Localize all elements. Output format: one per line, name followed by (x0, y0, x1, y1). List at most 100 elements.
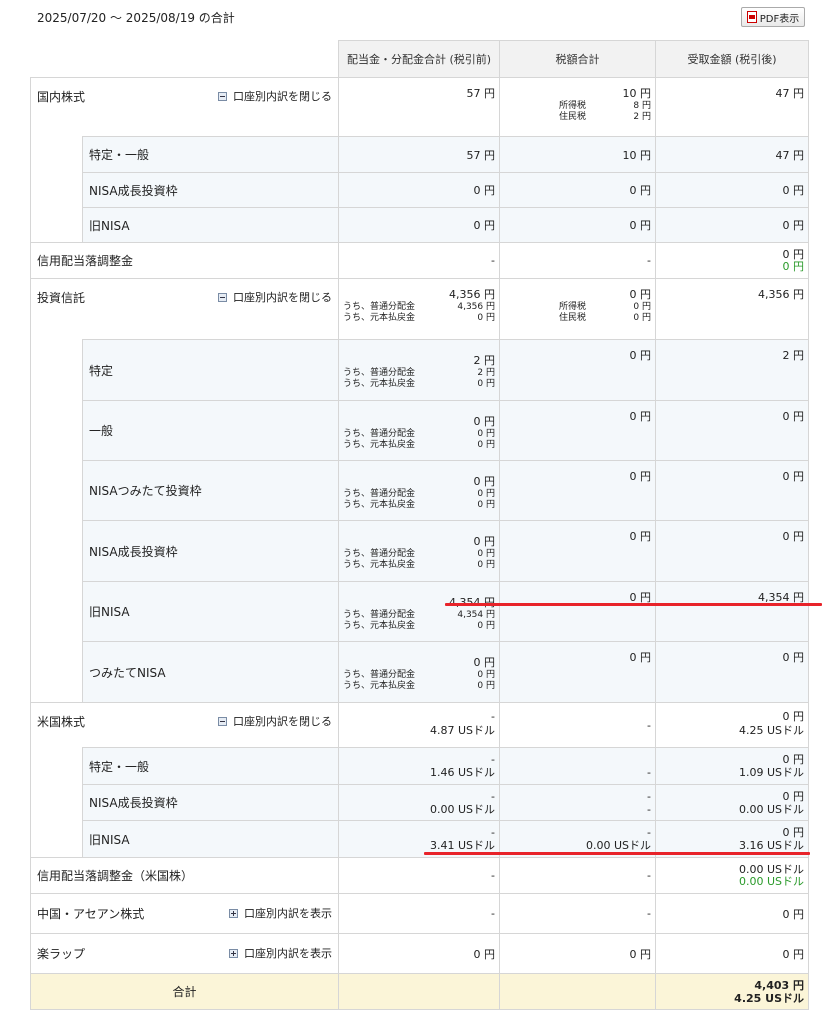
tax-label: 所得税 (559, 302, 587, 312)
row-label: 一般 (82, 400, 339, 461)
brk-label: うち、普通分配金 (343, 429, 416, 439)
us-pretax1: - (491, 710, 495, 723)
fund-tax: 0 円 (629, 288, 652, 301)
pdf-button[interactable]: PDF表示 (741, 7, 805, 27)
table-row: NISAつみたて投資枠 0 円うち、普通分配金 0 円うち、元本払戻金 0 円0 円0… (30, 460, 809, 521)
row-pretax: 0 円 (473, 415, 496, 428)
table-row: NISA成長投資枠 -0.00 USドル - -0 円 0.00 USドル (30, 784, 809, 821)
china-tax: - (499, 893, 656, 934)
brk-label: うち、普通分配金 (343, 302, 416, 312)
us-pretax2: 4.87 USドル (429, 724, 495, 737)
row-net1: 0 円 (782, 790, 805, 803)
tax-label: 所得税 (559, 101, 587, 111)
row-label: 旧NISA (82, 207, 339, 243)
row-pretax2: 0.00 USドル (429, 803, 495, 816)
toggle-label: 口座別内訳を閉じる (233, 715, 332, 728)
domestic-net: 47 円 (655, 77, 809, 137)
table-row: NISA成長投資枠 0 円 0 円 0 円 (30, 172, 809, 208)
fund-toggle[interactable]: 口座別内訳を閉じる (218, 289, 332, 305)
fund-pretax: 4,356 円 (449, 288, 495, 301)
wrap-pretax: 0 円 (338, 933, 500, 974)
row-pretax: 0 円 (473, 535, 496, 548)
row-pretax: 0 円 (473, 656, 496, 669)
row-tax1: - (647, 826, 651, 839)
row-net: 0 円 (655, 172, 809, 208)
brk-value: 0 円 (477, 489, 495, 499)
margin-adj-us-tax: - (499, 857, 656, 894)
row-pretax: 0 円 (338, 172, 500, 208)
brk-label: うち、元本払戻金 (343, 621, 416, 631)
row-pretax1: - (491, 826, 495, 839)
row-label: 特定 (82, 339, 339, 401)
row-net: 0 円 (655, 400, 809, 461)
tax-label: 住民税 (559, 112, 587, 122)
row-net: 4,354 円 (655, 581, 809, 642)
row-pretax: 2 円 (473, 354, 496, 367)
plus-icon (229, 948, 238, 958)
row-label: 特定・一般 (82, 136, 339, 173)
us-net2: 4.25 USドル (738, 724, 804, 737)
brk-label: うち、普通分配金 (343, 670, 416, 680)
brk-value: 4,354 円 (457, 610, 495, 620)
row-label: NISA成長投資枠 (82, 784, 339, 821)
margin-adj-us-label: 信用配当落調整金（米国株） (30, 857, 339, 894)
fund-label: 投資信託 (37, 291, 86, 305)
margin-adj-label: 信用配当落調整金 (30, 242, 339, 279)
tax-value: 8 円 (633, 101, 651, 111)
row-tax2: - (647, 803, 651, 816)
fund-row: 投資信託 口座別内訳を閉じる 4,356 円 うち、普通分配金 4,356 円 う… (30, 278, 809, 340)
row-tax: 0 円 (499, 460, 656, 521)
table-row: 一般 0 円うち、普通分配金 0 円うち、元本払戻金 0 円0 円0 円 (30, 400, 809, 461)
row-tax1: - (647, 790, 651, 803)
brk-label: うち、元本払戻金 (343, 500, 416, 510)
brk-value: 0 円 (477, 560, 495, 570)
brk-value: 0 円 (477, 549, 495, 559)
minus-icon (218, 292, 227, 302)
blank-header (30, 40, 339, 78)
us-toggle[interactable]: 口座別内訳を閉じる (218, 713, 332, 729)
china-toggle[interactable]: 口座別内訳を表示 (229, 905, 332, 921)
tax-value: 2 円 (633, 112, 651, 122)
table-row: 旧NISA4,354 円うち、普通分配金4,354 円うち、元本払戻金0 円0 … (30, 581, 809, 642)
brk-label: うち、普通分配金 (343, 549, 416, 559)
row-net: 2 円 (655, 339, 809, 401)
tax-value: 0 円 (633, 302, 651, 312)
brk-value: 0 円 (477, 440, 495, 450)
brk-label: うち、普通分配金 (343, 368, 416, 378)
table-row: 特定 2 円うち、普通分配金 2 円うち、元本払戻金 0 円0 円2 円 (30, 339, 809, 401)
china-label: 中国・アセアン株式 (37, 907, 145, 921)
row-net: 0 円 (655, 460, 809, 521)
tax-label: 住民税 (559, 313, 587, 323)
row-net: 0 円 (655, 207, 809, 243)
china-pretax: - (338, 893, 500, 934)
margin-adj-us-pretax: - (338, 857, 500, 894)
highlight-line-us (424, 852, 810, 855)
row-tax: 0 円 (499, 400, 656, 461)
row-tax: 10 円 (499, 136, 656, 173)
wrap-toggle[interactable]: 口座別内訳を表示 (229, 945, 332, 961)
row-tax: 0 円 (499, 172, 656, 208)
brk-label: うち、元本払戻金 (343, 313, 416, 323)
brk-label: うち、元本払戻金 (343, 440, 416, 450)
highlight-line-fund (445, 603, 822, 606)
header-net: 受取金額 (税引後) (655, 40, 809, 78)
row-tax: 0 円 (499, 581, 656, 642)
row-net2: 0.00 USドル (738, 803, 804, 816)
domestic-row: 国内株式 口座別内訳を閉じる 57 円 10 円 所得税 8 円 住民税 2 円 4… (30, 77, 809, 137)
pdf-icon (746, 11, 757, 23)
domestic-toggle[interactable]: 口座別内訳を閉じる (218, 88, 332, 104)
brk-value: 4,356 円 (457, 302, 495, 312)
tax-value: 0 円 (633, 313, 651, 323)
row-tax: 0 円 (499, 207, 656, 243)
row-tax: 0 円 (499, 520, 656, 582)
domestic-pretax: 57 円 (338, 77, 500, 137)
us-label: 米国株式 (37, 715, 86, 729)
brk-label: うち、元本払戻金 (343, 379, 416, 389)
toggle-label: 口座別内訳を閉じる (233, 291, 332, 304)
wrap-label: 楽ラップ (37, 947, 86, 961)
table-row: 特定・一般 -1.46 USドル -0 円 1.09 USドル (30, 747, 809, 785)
brk-value: 0 円 (477, 681, 495, 691)
fund-net: 4,356 円 (655, 278, 809, 340)
brk-value: 0 円 (477, 429, 495, 439)
brk-label: うち、普通分配金 (343, 610, 416, 620)
